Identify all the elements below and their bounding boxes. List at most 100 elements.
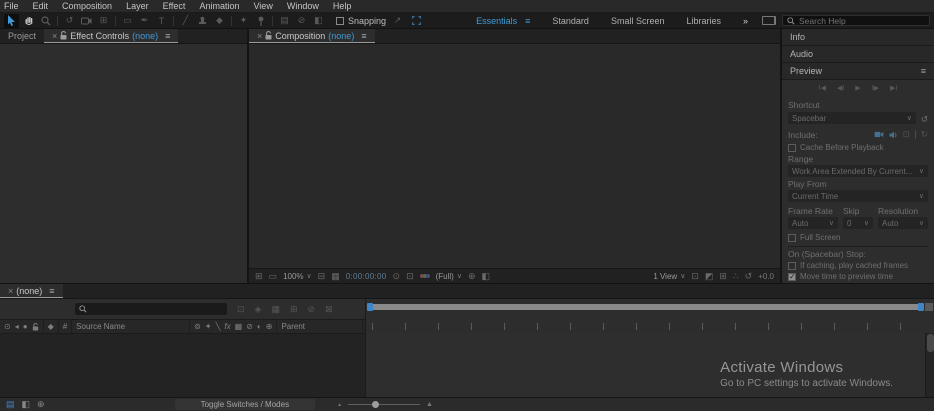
workarea-left-handle[interactable] [367, 303, 373, 311]
zoom-slider-track[interactable] [348, 401, 421, 408]
comp-marker-bin-icon[interactable] [925, 303, 933, 311]
pixel-aspect-icon[interactable]: ⊡ [691, 271, 699, 282]
main-viewer-icon[interactable]: ▭ [269, 271, 278, 282]
menu-window[interactable]: Window [287, 1, 319, 11]
label-column[interactable]: ◆ [44, 320, 59, 333]
track-area[interactable]: Activate Windows Go to PC settings to ac… [365, 333, 925, 397]
expand-layer-switches-icon[interactable]: ▤ [6, 399, 15, 410]
if-caching-checkbox[interactable] [788, 261, 796, 270]
skip-dropdown[interactable]: 0 ∨ [843, 217, 873, 229]
include-overlays-icon[interactable]: ⊡ [903, 129, 910, 140]
zoom-tool-icon[interactable] [38, 14, 53, 28]
toggle-switches-modes-button[interactable]: Toggle Switches / Modes [174, 399, 316, 410]
roto-brush-tool-icon[interactable]: ✦ [236, 14, 251, 28]
menu-layer[interactable]: Layer [126, 1, 149, 11]
zoom-out-frames-icon[interactable]: ▲ [337, 402, 342, 408]
panel-menu-icon[interactable]: ≡ [49, 286, 54, 296]
frame-rate-dropdown[interactable]: Auto ∨ [788, 217, 838, 229]
expand-inout-panes-icon[interactable]: ⊕ [37, 399, 45, 410]
shortcut-dropdown[interactable]: Spacebar ∨ [788, 112, 916, 124]
motion-blur-icon[interactable]: ⊘ [308, 304, 316, 315]
mask-outline-icon[interactable]: ◧ [482, 271, 491, 282]
transparency-grid-icon[interactable]: ▦ [331, 271, 340, 282]
snapping-checkbox[interactable] [336, 16, 344, 25]
roi-icon[interactable]: ⊟ [318, 271, 326, 282]
brush-tool-icon[interactable]: ╱ [178, 14, 193, 28]
include-video-icon[interactable] [874, 131, 884, 138]
quality-switch-icon[interactable]: ╲ [216, 322, 221, 331]
workspace-essentials[interactable]: Essentials [476, 16, 517, 26]
frame-blend-switch-icon[interactable]: ▦ [235, 322, 243, 331]
preview-panel-header[interactable]: Preview ≡ [782, 63, 934, 80]
audio-column-icon[interactable]: ◂ [15, 322, 19, 331]
panel-menu-icon[interactable]: ≡ [921, 66, 926, 76]
show-snapshot-icon[interactable]: ⊡ [406, 271, 414, 282]
panel-menu-icon[interactable]: ≡ [165, 31, 170, 41]
unlock-icon[interactable] [265, 31, 272, 40]
video-visibility-icon[interactable]: ⊙ [4, 322, 11, 331]
timeline-search-input[interactable] [90, 304, 200, 314]
fx-switch-icon[interactable]: fx [224, 322, 230, 331]
layer-list-area[interactable] [0, 333, 365, 397]
tab-effect-controls[interactable]: × Effect Controls (none) ≡ [44, 29, 179, 43]
menu-view[interactable]: View [253, 1, 272, 11]
info-panel-header[interactable]: Info [782, 29, 934, 46]
unlock-icon[interactable] [60, 31, 67, 40]
3d-switch-icon[interactable]: ⊕ [266, 322, 273, 331]
shy-switch-icon[interactable]: ⊚ [194, 322, 201, 331]
menu-help[interactable]: Help [333, 1, 352, 11]
menu-composition[interactable]: Composition [62, 1, 112, 11]
pan-behind-tool-icon[interactable]: ⊞ [96, 14, 111, 28]
menu-file[interactable]: File [4, 1, 19, 11]
range-dropdown[interactable]: Work Area Extended By Current... ∨ [788, 165, 928, 177]
effect-controls-content[interactable] [0, 44, 247, 283]
move-time-checkbox[interactable] [788, 272, 796, 281]
parent-column[interactable]: Parent [277, 320, 364, 333]
reset-preview-icon[interactable]: ↺ [921, 114, 928, 125]
preview-resolution-dropdown[interactable]: Auto ∨ [878, 217, 928, 229]
menu-edit[interactable]: Edit [33, 1, 49, 11]
workarea-right-handle[interactable] [918, 303, 924, 311]
cache-before-playback-checkbox[interactable] [788, 143, 796, 152]
always-preview-icon[interactable]: ⊞ [255, 271, 263, 282]
puppet-pin-tool-icon[interactable] [253, 14, 268, 28]
eraser-tool-icon[interactable]: ◆ [212, 14, 227, 28]
audio-panel-header[interactable]: Audio [782, 46, 934, 63]
zoom-in-frames-icon[interactable]: ▲ [426, 401, 433, 408]
solo-column-icon[interactable]: ● [23, 322, 28, 331]
full-screen-checkbox[interactable] [788, 233, 796, 242]
snap-along-edges-icon[interactable]: ↗ [390, 14, 405, 28]
last-frame-icon[interactable]: ▶I [890, 84, 897, 92]
workspace-menu-icon[interactable]: ≡ [525, 16, 530, 26]
zoom-slider-handle[interactable] [372, 401, 380, 408]
workspace-bar-icon[interactable] [762, 16, 776, 25]
flowchart-tree-icon[interactable]: ∴ [733, 271, 739, 282]
show-channels-icon[interactable] [419, 274, 430, 278]
snap-beyond-edges-icon[interactable] [409, 14, 424, 28]
play-from-dropdown[interactable]: Current Time ∨ [788, 190, 928, 202]
comp-mini-flowchart-icon[interactable]: ⊡ [237, 304, 245, 315]
play-icon[interactable]: ▶ [855, 84, 860, 92]
view-layout-dropdown[interactable]: 1 View ∨ [653, 272, 685, 281]
timecode-display[interactable]: 0:00:00:00 [346, 272, 387, 281]
lock-column-icon[interactable] [32, 322, 39, 331]
source-name-column[interactable]: Source Name [72, 320, 191, 333]
mini-flowchart-icon[interactable]: ⊞ [719, 271, 727, 282]
clone-stamp-tool-icon[interactable] [195, 14, 210, 28]
scrollbar-thumb[interactable] [926, 334, 934, 352]
snapshot-icon[interactable]: ⊙ [393, 271, 401, 282]
adjustment-switch-icon[interactable]: ◐ [257, 322, 262, 331]
workspace-overflow-icon[interactable]: » [743, 16, 748, 26]
magnification-dropdown[interactable]: 100% ∨ [283, 272, 312, 281]
panel-menu-icon[interactable]: ≡ [361, 31, 366, 41]
next-frame-icon[interactable]: I▶ [872, 84, 879, 92]
composition-viewer[interactable] [249, 44, 780, 268]
first-frame-icon[interactable]: I◀ [819, 84, 826, 92]
workspace-standard[interactable]: Standard [552, 16, 589, 26]
draft-3d-icon[interactable]: ◈ [255, 304, 262, 315]
tab-timeline-none[interactable]: × (none) ≡ [0, 284, 63, 298]
mask-mode-icon[interactable]: ⊘ [294, 14, 309, 28]
motion-blur-switch-icon[interactable]: ⊘ [246, 322, 253, 331]
mask-invert-icon[interactable]: ◧ [311, 14, 326, 28]
fast-previews-icon[interactable]: ◩ [705, 271, 714, 282]
